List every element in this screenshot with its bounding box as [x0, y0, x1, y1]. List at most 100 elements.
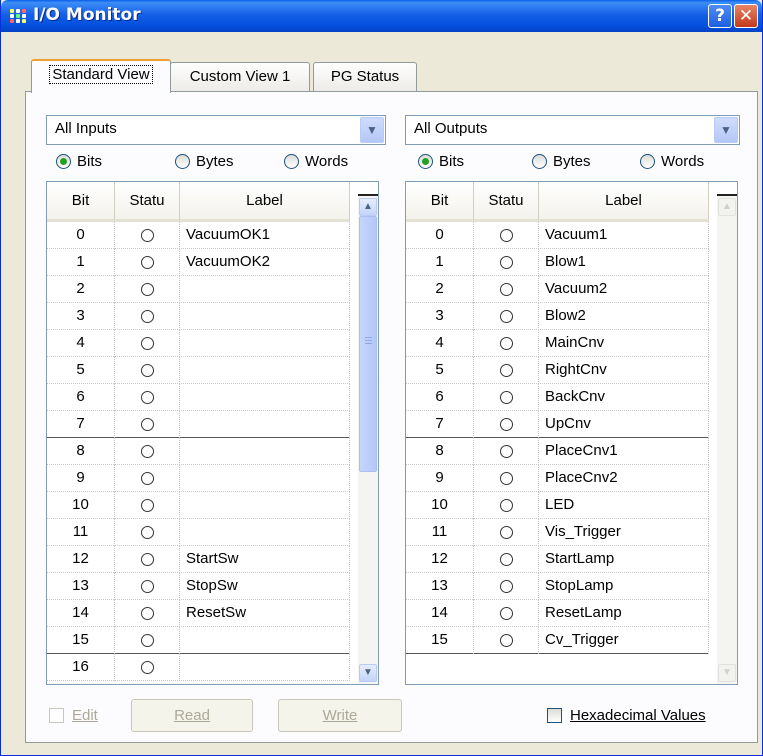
inputs-radio-words[interactable]: Words	[284, 153, 348, 170]
inputs-radio-bits[interactable]: Bits	[56, 153, 102, 170]
status-cell	[115, 411, 180, 438]
table-row[interactable]: 13 StopLamp	[406, 573, 709, 600]
label-cell	[180, 492, 350, 519]
table-row[interactable]: 14 ResetSw	[47, 600, 350, 627]
table-row[interactable]: 5 RightCnv	[406, 357, 709, 384]
table-row[interactable]: 4 MainCnv	[406, 330, 709, 357]
label-cell: ResetSw	[180, 600, 350, 627]
outputs-list[interactable]: Bit Statu Label 0 Vacuum1 1 Blow1 2 Vacuum2 3 B…	[405, 181, 738, 685]
column-header-status[interactable]: Statu	[115, 182, 180, 222]
table-row[interactable]: 2	[47, 276, 350, 303]
table-row[interactable]: 0 Vacuum1	[406, 222, 709, 249]
table-row[interactable]: 6 BackCnv	[406, 384, 709, 411]
scroll-down-icon[interactable]: ▼	[359, 664, 377, 682]
table-row[interactable]: 10	[47, 492, 350, 519]
inputs-radio-bytes[interactable]: Bytes	[175, 153, 234, 170]
table-row[interactable]: 15 Cv_Trigger	[406, 627, 709, 654]
hexadecimal-values-checkbox[interactable]: Hexadecimal Values	[547, 707, 706, 724]
table-row[interactable]: 6	[47, 384, 350, 411]
bit-cell: 3	[47, 303, 115, 330]
table-row[interactable]: 15	[47, 627, 350, 654]
label-cell: VacuumOK1	[180, 222, 350, 249]
status-indicator-icon	[140, 499, 154, 512]
title-bar[interactable]: I/O Monitor ? ✕	[1, 0, 762, 32]
scroll-thumb[interactable]	[359, 216, 377, 472]
table-row[interactable]: 0 VacuumOK1	[47, 222, 350, 249]
tab-custom-view-1-label: Custom View 1	[189, 68, 291, 85]
tab-pg-status[interactable]: PG Status	[313, 62, 417, 92]
table-row[interactable]: 8 PlaceCnv1	[406, 438, 709, 465]
status-cell	[474, 546, 539, 573]
table-row[interactable]: 1 VacuumOK2	[47, 249, 350, 276]
edit-checkbox[interactable]: Edit	[49, 707, 98, 724]
status-cell	[115, 465, 180, 492]
scroll-down-icon[interactable]: ▼	[718, 664, 736, 682]
column-header-status[interactable]: Statu	[474, 182, 539, 222]
inputs-dropdown-value: All Inputs	[55, 120, 117, 137]
label-cell	[180, 438, 350, 465]
read-button[interactable]: Read	[131, 699, 253, 732]
table-row[interactable]: 13 StopSw	[47, 573, 350, 600]
column-header-bit[interactable]: Bit	[47, 182, 115, 222]
table-row[interactable]: 7 UpCnv	[406, 411, 709, 438]
inputs-list[interactable]: Bit Statu Label 0 VacuumOK1 1 VacuumOK2 2 3 4 5…	[46, 181, 379, 685]
label-cell	[180, 654, 350, 681]
table-row[interactable]: 1 Blow1	[406, 249, 709, 276]
column-header-label[interactable]: Label	[539, 182, 709, 222]
outputs-radio-bits[interactable]: Bits	[418, 153, 464, 170]
outputs-radio-words[interactable]: Words	[640, 153, 704, 170]
label-cell: UpCnv	[539, 411, 709, 438]
status-cell	[115, 438, 180, 465]
table-row[interactable]: 11 Vis_Trigger	[406, 519, 709, 546]
label-cell	[180, 519, 350, 546]
outputs-scrollbar[interactable]: ▲ ▼	[717, 182, 737, 684]
status-indicator-icon	[140, 229, 154, 242]
inputs-dropdown[interactable]: All Inputs ▼	[46, 115, 386, 145]
chevron-down-icon[interactable]: ▼	[714, 117, 738, 143]
column-header-label[interactable]: Label	[180, 182, 350, 222]
status-indicator-icon	[140, 283, 154, 296]
table-row[interactable]: 7	[47, 411, 350, 438]
label-cell: MainCnv	[539, 330, 709, 357]
table-row[interactable]: 3 Blow2	[406, 303, 709, 330]
table-row[interactable]: 11	[47, 519, 350, 546]
status-cell	[474, 573, 539, 600]
column-header-bit[interactable]: Bit	[406, 182, 474, 222]
table-row[interactable]: 12 StartSw	[47, 546, 350, 573]
bit-cell: 9	[406, 465, 474, 492]
inputs-scrollbar[interactable]: ▲ ▼	[358, 182, 378, 684]
close-button[interactable]: ✕	[734, 4, 758, 28]
table-row[interactable]: 9	[47, 465, 350, 492]
status-cell	[115, 573, 180, 600]
label-cell: PlaceCnv2	[539, 465, 709, 492]
checkbox-unchecked-icon	[49, 708, 64, 723]
table-row[interactable]: 8	[47, 438, 350, 465]
help-button[interactable]: ?	[708, 4, 732, 28]
table-row[interactable]: 4	[47, 330, 350, 357]
outputs-dropdown[interactable]: All Outputs ▼	[405, 115, 740, 145]
bit-cell: 12	[47, 546, 115, 573]
table-row[interactable]: 5	[47, 357, 350, 384]
tab-custom-view-1[interactable]: Custom View 1	[170, 62, 310, 92]
outputs-radio-bytes[interactable]: Bytes	[532, 153, 591, 170]
table-row[interactable]: 2 Vacuum2	[406, 276, 709, 303]
scroll-up-icon[interactable]: ▲	[359, 198, 377, 216]
scroll-up-icon[interactable]: ▲	[718, 198, 736, 216]
bit-cell: 11	[406, 519, 474, 546]
table-row[interactable]: 9 PlaceCnv2	[406, 465, 709, 492]
write-button[interactable]: Write	[278, 699, 402, 732]
table-row[interactable]: 3	[47, 303, 350, 330]
outputs-dropdown-value: All Outputs	[414, 120, 488, 137]
tab-standard-view[interactable]: Standard View	[31, 59, 171, 93]
label-cell	[180, 276, 350, 303]
status-indicator-icon	[140, 580, 154, 593]
table-row[interactable]: 12 StartLamp	[406, 546, 709, 573]
status-cell	[474, 411, 539, 438]
status-indicator-icon	[140, 337, 154, 350]
status-cell	[474, 438, 539, 465]
table-row[interactable]: 14 ResetLamp	[406, 600, 709, 627]
table-row[interactable]: 10 LED	[406, 492, 709, 519]
status-indicator-icon	[140, 310, 154, 323]
chevron-down-icon[interactable]: ▼	[360, 117, 384, 143]
table-row[interactable]: 16	[47, 654, 350, 681]
